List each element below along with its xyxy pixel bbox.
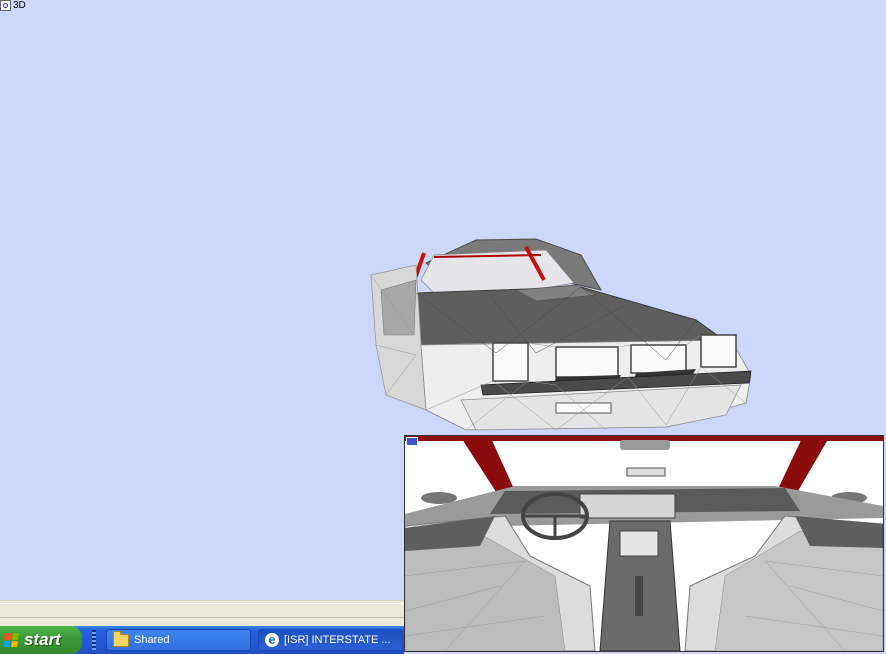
taskbar-item-isr-interstate[interactable]: e [ISR] INTERSTATE ...	[258, 629, 403, 651]
zoom-icon[interactable]	[0, 0, 11, 11]
viewport-label: 3D	[13, 0, 26, 11]
start-button[interactable]: start	[0, 626, 82, 654]
car-3d-model[interactable]	[366, 235, 756, 435]
taskbar-item-label: [ISR] INTERSTATE ...	[284, 634, 391, 646]
taskbar-item-label: Shared	[134, 634, 170, 646]
windows-logo-icon	[3, 633, 19, 647]
folder-icon	[113, 630, 129, 647]
start-label: start	[24, 630, 61, 649]
taskbar: start Shared e [ISR] INTERSTATE ...	[0, 626, 404, 654]
interior-render	[405, 436, 883, 651]
interior-camera-view[interactable]	[404, 435, 884, 652]
ie-icon: e	[265, 633, 279, 647]
taskbar-grip[interactable]	[92, 630, 96, 650]
status-bar	[0, 600, 404, 627]
view-badge-icon[interactable]	[406, 437, 418, 446]
viewport-title[interactable]: 3D	[0, 0, 26, 11]
taskbar-item-shared[interactable]: Shared	[106, 629, 251, 651]
